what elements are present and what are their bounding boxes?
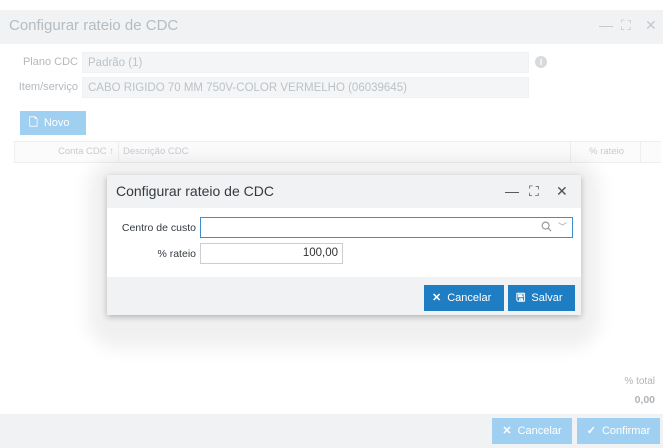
rateio-input[interactable]: 100,00 <box>200 243 343 264</box>
chevron-down-icon[interactable]: ﹀ <box>558 218 567 237</box>
info-icon: i <box>535 56 547 68</box>
new-document-icon: 🗋 <box>29 117 38 129</box>
sort-asc-icon: ↑ <box>109 146 114 157</box>
background-window-title: Configurar rateio de CDC <box>9 17 179 34</box>
modal-title: Configurar rateio de CDC <box>116 183 274 199</box>
item-servico-label: Item/serviço <box>18 81 78 93</box>
check-icon: ✓ <box>586 425 596 437</box>
novo-button[interactable]: 🗋 Novo <box>20 111 86 135</box>
column-conta-cdc-label: Conta CDC <box>58 146 107 157</box>
search-icon[interactable] <box>541 221 552 232</box>
centro-custo-input[interactable]: ﹀ <box>200 217 573 238</box>
rateio-label: % rateio <box>157 248 196 260</box>
column-conta-cdc[interactable]: Conta CDC ↑ <box>14 142 118 162</box>
confirm-label: Confirmar <box>601 425 651 437</box>
modal-close-icon[interactable]: ✕ <box>556 183 568 200</box>
modal-maximize-icon[interactable]: ⛶ <box>529 183 539 200</box>
close-icon[interactable]: ✕ <box>645 17 657 34</box>
centro-custo-label: Centro de custo <box>121 222 196 234</box>
plano-cdc-field[interactable]: Padrão (1) <box>82 52 529 73</box>
background-cancel-button[interactable]: ✕ Cancelar <box>492 418 572 444</box>
item-servico-field[interactable]: CABO RIGIDO 70 MM 750V-COLOR VERMELHO (0… <box>82 77 529 98</box>
modal-footer: ✕ Cancelar 🖫 Salvar <box>107 277 581 315</box>
background-cancel-label: Cancelar <box>517 425 562 437</box>
save-button[interactable]: 🖫 Salvar <box>508 285 575 311</box>
maximize-icon[interactable]: ⛶ <box>621 17 631 34</box>
total-value: 0,00 <box>634 394 655 406</box>
modal-cancel-label: Cancelar <box>447 292 492 304</box>
modal-minimize-icon[interactable]: — <box>505 183 519 199</box>
modal-cancel-button[interactable]: ✕ Cancelar <box>424 285 504 311</box>
novo-button-label: Novo <box>43 117 70 129</box>
column-filler <box>640 142 661 162</box>
plano-cdc-label: Plano CDC <box>22 56 78 68</box>
modal-cancel-x-icon: ✕ <box>432 292 442 304</box>
minimize-icon[interactable]: — <box>599 17 613 33</box>
modal-dialog: Configurar rateio de CDC — ⛶ ✕ Centro de… <box>107 175 581 315</box>
save-label: Salvar <box>531 292 563 304</box>
cancel-x-icon: ✕ <box>502 425 512 437</box>
total-label: % total <box>624 376 655 387</box>
save-disk-icon: 🖫 <box>516 292 526 304</box>
confirm-button[interactable]: ✓ Confirmar <box>577 418 660 444</box>
